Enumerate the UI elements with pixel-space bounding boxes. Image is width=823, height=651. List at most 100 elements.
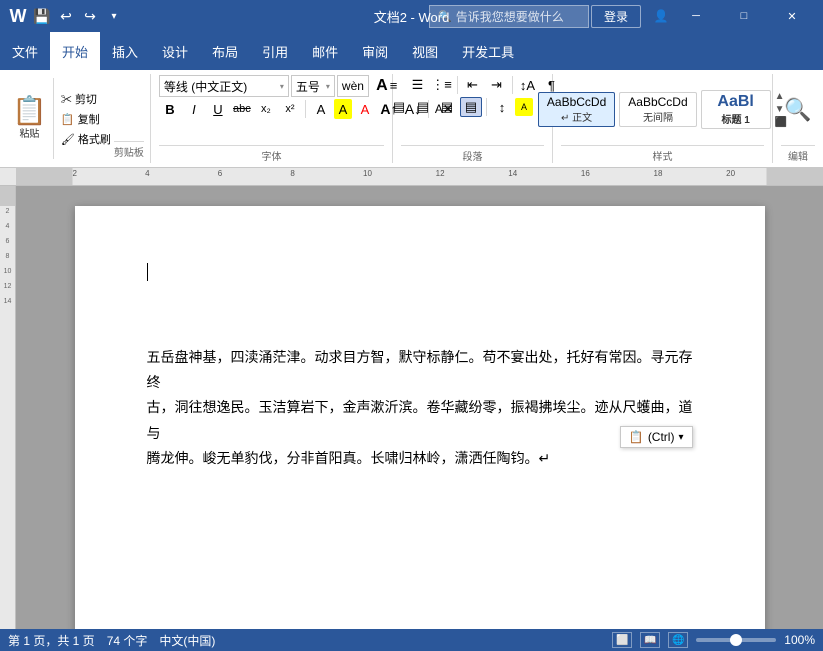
text-line1: 五岳盘神基，四渎涌茫津。动求目方智，默守标静仁。苟不宴出处，托好有常因。寻元存终: [147, 346, 693, 396]
ruler-mark-16: 18: [654, 169, 663, 178]
style-heading1[interactable]: AaBl 标题 1: [701, 90, 771, 129]
paste-popup-icon: 📋: [629, 430, 644, 444]
page-content[interactable]: 五岳盘神基，四渎涌茫津。动求目方智，默守标静仁。苟不宴出处，托好有常因。寻元存终…: [147, 346, 693, 472]
decrease-indent-button[interactable]: ⇤: [462, 75, 484, 95]
font-size-dropdown[interactable]: 五号 ▾: [291, 75, 335, 97]
minimize-button[interactable]: ─: [673, 0, 719, 32]
print-layout-button[interactable]: ⬜: [612, 632, 632, 648]
language: 中文(中国): [159, 632, 215, 649]
search-editing-icon[interactable]: 🔍: [784, 97, 811, 123]
clipboard-small-buttons: ✂ ✂ 剪切剪切 📋 复制 🖌 格式刷: [58, 78, 114, 159]
menu-insert[interactable]: 插入: [100, 32, 150, 70]
style-no-spacing[interactable]: AaBbCcDd 无间隔: [619, 92, 696, 127]
ruler-mark-8: 10: [363, 169, 372, 178]
paragraph-group: ≡ ☰ ⋮≡ ⇤ ⇥ ↕A ¶ ▤ ▤ ▤ ▤ ↕ A: [393, 74, 553, 163]
menu-file[interactable]: 文件: [0, 32, 50, 70]
styles-group: AaBbCcDd ↵ 正文 AaBbCcDd 无间隔 AaBl 标题 1 ▲ ▼: [553, 74, 773, 163]
ruler: 2 4 6 8 10 12 14 16 18 20: [0, 168, 823, 186]
strikethrough-button[interactable]: abc: [231, 99, 253, 119]
underline-button[interactable]: U: [207, 99, 229, 119]
ribbon: 📋 粘贴 ✂ ✂ 剪切剪切 📋 复制 🖌 格式刷 剪贴板 等线 (中文正文) ▾: [0, 70, 823, 168]
menu-view[interactable]: 视图: [400, 32, 450, 70]
font-color-a-button[interactable]: A: [354, 99, 376, 119]
ruler-mark-14: 16: [581, 169, 590, 178]
status-left: 第 1 页，共 1 页 74 个字 中文(中国): [8, 632, 215, 649]
paste-popup-arrow: ▾: [678, 432, 683, 443]
justify-button[interactable]: ▤: [460, 97, 482, 117]
undo-button[interactable]: ↩: [56, 6, 76, 26]
style-normal[interactable]: AaBbCcDd ↵ 正文: [538, 92, 615, 127]
title-bar-controls: 🔍 告诉我您想要做什么 登录 👤 ─ □ ✕: [429, 0, 815, 32]
menu-home[interactable]: 开始: [50, 32, 100, 70]
ruler-mark-10: 12: [436, 169, 445, 178]
ruler-track[interactable]: 2 4 6 8 10 12 14 16 18 20: [16, 168, 823, 185]
zoom-slider[interactable]: [696, 638, 776, 642]
font-group: 等线 (中文正文) ▾ 五号 ▾ wèn A B I U abc x₂: [151, 74, 393, 163]
menu-mailings[interactable]: 邮件: [300, 32, 350, 70]
menu-design[interactable]: 设计: [150, 32, 200, 70]
superscript-button[interactable]: x²: [279, 99, 301, 119]
multilevel-button[interactable]: ⋮≡: [431, 75, 453, 95]
save-button[interactable]: 💾: [32, 6, 52, 26]
align-center-button[interactable]: ▤: [412, 97, 434, 117]
zoom-thumb: [730, 634, 742, 646]
align-right-button[interactable]: ▤: [436, 97, 458, 117]
cut-button[interactable]: ✂ ✂ 剪切剪切: [58, 90, 114, 108]
font-label: 字体: [159, 145, 384, 163]
paste-icon: 📋: [12, 97, 47, 125]
tell-me-search[interactable]: 🔍 告诉我您想要做什么: [429, 5, 589, 28]
text-line3: 腾龙伸。峻无单豹伐，分非首阳真。长啸归林岭，潇洒任陶钧。↵: [147, 447, 693, 472]
para-divider3: [486, 98, 487, 116]
font-size-value: 五号: [296, 78, 320, 95]
menu-layout[interactable]: 布局: [200, 32, 250, 70]
document-area[interactable]: 五岳盘神基，四渎涌茫津。动求目方智，默守标静仁。苟不宴出处，托好有常因。寻元存终…: [16, 186, 823, 629]
title-bar: W 💾 ↩ ↪ ▾ 文档2 - Word 🔍 告诉我您想要做什么 登录 👤 ─ …: [0, 0, 823, 32]
subscript-button[interactable]: x₂: [255, 99, 277, 119]
web-layout-button[interactable]: 🌐: [668, 632, 688, 648]
read-mode-button[interactable]: 📖: [640, 632, 660, 648]
customize-qat-button[interactable]: ▾: [104, 6, 124, 26]
wen-button[interactable]: wèn: [337, 75, 369, 97]
top-empty-space: [147, 266, 693, 346]
menu-review[interactable]: 审阅: [350, 32, 400, 70]
font-color-button[interactable]: A: [310, 99, 332, 119]
maximize-button[interactable]: □: [721, 0, 767, 32]
ruler-mark-12: 14: [508, 169, 517, 178]
bold-button[interactable]: B: [159, 99, 181, 119]
format-painter-button[interactable]: 🖌 格式刷: [58, 130, 114, 148]
align-left-button[interactable]: ▤: [388, 97, 410, 117]
paste-label: 粘贴: [19, 125, 39, 140]
paste-button[interactable]: 📋 粘贴: [6, 78, 54, 159]
para-divider1: [457, 76, 458, 94]
editing-group: 🔍 编辑: [773, 74, 823, 163]
italic-button[interactable]: I: [183, 99, 205, 119]
increase-indent-button[interactable]: ⇥: [486, 75, 508, 95]
vertical-ruler: 2 4 6 8 10 12 14: [0, 186, 16, 629]
menu-developer[interactable]: 开发工具: [450, 32, 526, 70]
clipboard-group: 📋 粘贴 ✂ ✂ 剪切剪切 📋 复制 🖌 格式刷 剪贴板: [0, 74, 151, 163]
paragraph-label: 段落: [401, 145, 544, 163]
copy-button[interactable]: 📋 复制: [58, 110, 114, 128]
line-spacing-button[interactable]: ↕: [491, 97, 513, 117]
user-icon[interactable]: 👤: [651, 9, 671, 23]
ruler-mark-4: 6: [218, 169, 222, 178]
font-name-dropdown[interactable]: 等线 (中文正文) ▾: [159, 75, 289, 97]
redo-button[interactable]: ↪: [80, 6, 100, 26]
window-title: 文档2 - Word: [374, 7, 450, 26]
menu-references[interactable]: 引用: [250, 32, 300, 70]
v-ruler-body: 2 4 6 8 10 12 14: [0, 208, 15, 305]
sort-button[interactable]: ↕A: [517, 75, 539, 95]
status-right: ⬜ 📖 🌐 100%: [612, 632, 815, 648]
highlight-button[interactable]: A: [334, 99, 352, 119]
close-button[interactable]: ✕: [769, 0, 815, 32]
editing-label: 编辑: [781, 145, 815, 163]
search-placeholder: 告诉我您想要做什么: [456, 8, 564, 25]
login-button[interactable]: 登录: [591, 5, 641, 28]
paste-popup[interactable]: 📋 (Ctrl) ▾: [620, 426, 693, 448]
status-bar: 第 1 页，共 1 页 74 个字 中文(中国) ⬜ 📖 🌐 100%: [0, 629, 823, 651]
shading-button[interactable]: A: [515, 98, 533, 116]
page: 五岳盘神基，四渎涌茫津。动求目方智，默守标静仁。苟不宴出处，托好有常因。寻元存终…: [75, 206, 765, 629]
bullets-button[interactable]: ≡: [383, 75, 405, 95]
divider: [305, 100, 306, 118]
numbering-button[interactable]: ☰: [407, 75, 429, 95]
